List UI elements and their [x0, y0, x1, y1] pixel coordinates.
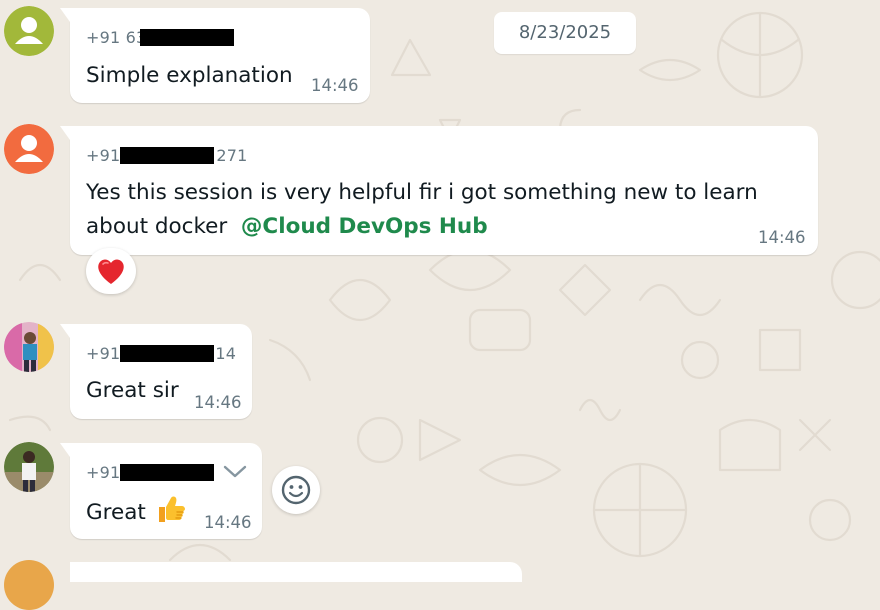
message-time: 14:46 [204, 513, 252, 532]
message-text: about docker [86, 214, 228, 239]
message-text: Simple explanation [86, 63, 293, 88]
reaction-badge[interactable] [86, 248, 136, 294]
sender-phone-prefix: +91 [86, 463, 121, 482]
message-time: 14:46 [311, 76, 359, 95]
avatar[interactable] [4, 442, 54, 492]
message-bubble[interactable]: +91 Great 14:46 [60, 443, 262, 539]
bubble-tail [60, 126, 70, 140]
message-bubble[interactable]: +91 14 Great sir 14:46 [60, 324, 252, 419]
message-time: 14:46 [194, 393, 242, 412]
smiley-icon [281, 475, 311, 505]
redaction-bar [120, 147, 214, 164]
message-text: Great [86, 493, 187, 530]
redaction-bar [120, 345, 214, 362]
sender-phone-suffix: 14 [215, 344, 237, 363]
avatar[interactable] [4, 6, 54, 56]
mention-link[interactable]: @Cloud DevOps Hub [241, 214, 488, 239]
sender-phone[interactable]: +91 63 [86, 28, 146, 47]
profile-photo [4, 322, 54, 372]
sender-phone[interactable]: +91 [86, 463, 120, 482]
date-chip: 8/23/2025 [494, 12, 636, 54]
bubble-tail [60, 324, 70, 338]
emoji-reaction-button[interactable] [272, 466, 320, 514]
bubble-tail [60, 8, 70, 22]
default-avatar-icon [4, 6, 54, 56]
message-text-content: Great [86, 500, 146, 525]
bubble-tail [60, 443, 70, 457]
message-bubble[interactable]: +91 271 Yes this session is very helpful … [60, 126, 818, 255]
message-text-line-1: Yes this session is very helpful fir i g… [86, 180, 758, 205]
message-bubble[interactable]: +91 63 Simple explanation 14:46 [60, 8, 370, 103]
sender-phone-prefix: +91 [86, 344, 121, 363]
thumbs-up-icon [158, 496, 185, 522]
red-heart-icon [98, 259, 124, 284]
message-text-line-2: about docker @Cloud DevOps Hub [86, 210, 488, 244]
redaction-bar [120, 464, 214, 481]
chevron-down-icon[interactable] [222, 463, 248, 481]
profile-photo [4, 442, 54, 492]
sender-phone-suffix: 271 [216, 146, 248, 165]
message-time: 14:46 [758, 228, 806, 247]
avatar[interactable] [4, 322, 54, 372]
message-bubble[interactable] [70, 562, 522, 582]
sender-phone-prefix: +91 63 [86, 28, 147, 47]
redaction-bar [140, 29, 234, 46]
sender-phone-prefix: +91 [86, 146, 121, 165]
message-text: Great sir [86, 378, 179, 403]
default-avatar-icon [4, 124, 54, 174]
avatar[interactable] [4, 124, 54, 174]
